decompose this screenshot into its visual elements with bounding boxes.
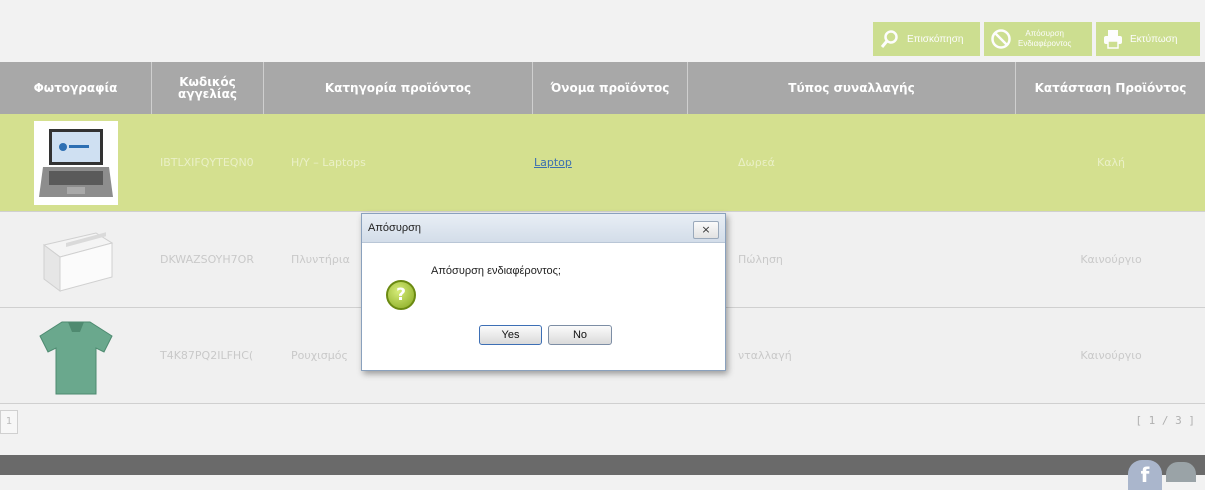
no-button[interactable]: No xyxy=(548,325,612,345)
withdraw-label: Απόσυρση Ενδιαφέροντος xyxy=(1018,29,1071,49)
header-category[interactable]: Κατηγορία προϊόντος xyxy=(264,62,533,114)
condition-cell: Καλή xyxy=(1097,156,1125,169)
top-toolbar: Επισκόπηση Απόσυρση Ενδιαφέροντος Εκτύπω… xyxy=(0,0,1205,62)
type-cell: Πώληση xyxy=(738,253,783,266)
tshirt-photo[interactable] xyxy=(34,314,118,398)
pager-first-button[interactable]: 1 xyxy=(0,410,18,434)
code-cell: T4K87PQ2ILFHC( xyxy=(160,349,254,362)
block-icon xyxy=(990,28,1012,50)
category-cell: Η/Υ – Laptops xyxy=(291,156,366,169)
table-row[interactable]: IBTLXIFQYTEQN0 Η/Υ – Laptops Laptop Δωρε… xyxy=(0,114,1205,212)
condition-cell: Καινούργιο xyxy=(1080,253,1142,266)
withdraw-confirm-dialog: Απόσυρση × ? Απόσυρση ενδιαφέροντος; Yes… xyxy=(361,213,726,371)
photo-cell xyxy=(0,120,152,205)
photo-cell xyxy=(0,218,152,302)
withdraw-label-line-1: Απόσυρση xyxy=(1025,29,1064,38)
header-photo[interactable]: Φωτογραφία xyxy=(0,62,152,114)
page-indicator: [ 1 / 3 ] xyxy=(1135,414,1195,427)
laptop-photo[interactable] xyxy=(34,120,118,205)
withdraw-label-line-2: Ενδιαφέροντος xyxy=(1018,39,1072,48)
dialog-close-button[interactable]: × xyxy=(693,221,719,239)
dialog-message: Απόσυρση ενδιαφέροντος; xyxy=(431,265,561,277)
yes-button[interactable]: Yes xyxy=(479,325,542,345)
print-label: Εκτύπωση xyxy=(1130,33,1178,45)
social-icon[interactable] xyxy=(1166,462,1196,482)
printer-icon xyxy=(1102,28,1124,50)
search-icon xyxy=(879,28,901,50)
code-cell: IBTLXIFQYTEQN0 xyxy=(160,156,254,169)
question-icon: ? xyxy=(386,280,416,310)
withdraw-interest-button[interactable]: Απόσυρση Ενδιαφέροντος xyxy=(984,22,1092,56)
dishwasher-photo[interactable] xyxy=(34,218,118,302)
photo-cell xyxy=(0,314,152,398)
overview-button[interactable]: Επισκόπηση xyxy=(873,22,980,56)
footer xyxy=(0,455,1205,475)
facebook-icon[interactable]: f xyxy=(1128,460,1162,490)
header-code[interactable]: Κωδικός αγγελίας xyxy=(152,62,264,114)
product-name-link[interactable]: Laptop xyxy=(534,156,572,169)
type-cell: νταλλαγή xyxy=(738,349,792,362)
dialog-title: Απόσυρση xyxy=(362,214,725,243)
type-cell: Δωρεά xyxy=(738,156,775,169)
header-condition[interactable]: Κατάσταση Προϊόντος xyxy=(1016,62,1205,114)
print-button[interactable]: Εκτύπωση xyxy=(1096,22,1200,56)
name-cell: Laptop xyxy=(532,156,738,169)
condition-cell: Καινούργιο xyxy=(1080,349,1142,362)
table-header: Φωτογραφία Κωδικός αγγελίας Κατηγορία πρ… xyxy=(0,62,1205,114)
overview-label: Επισκόπηση xyxy=(907,33,964,45)
pager-bar xyxy=(0,404,1205,454)
code-cell: DKWAZSOYH7OR xyxy=(160,253,254,266)
header-transaction-type[interactable]: Τύπος συναλλαγής xyxy=(688,62,1016,114)
header-product-name[interactable]: Όνομα προϊόντος xyxy=(533,62,688,114)
